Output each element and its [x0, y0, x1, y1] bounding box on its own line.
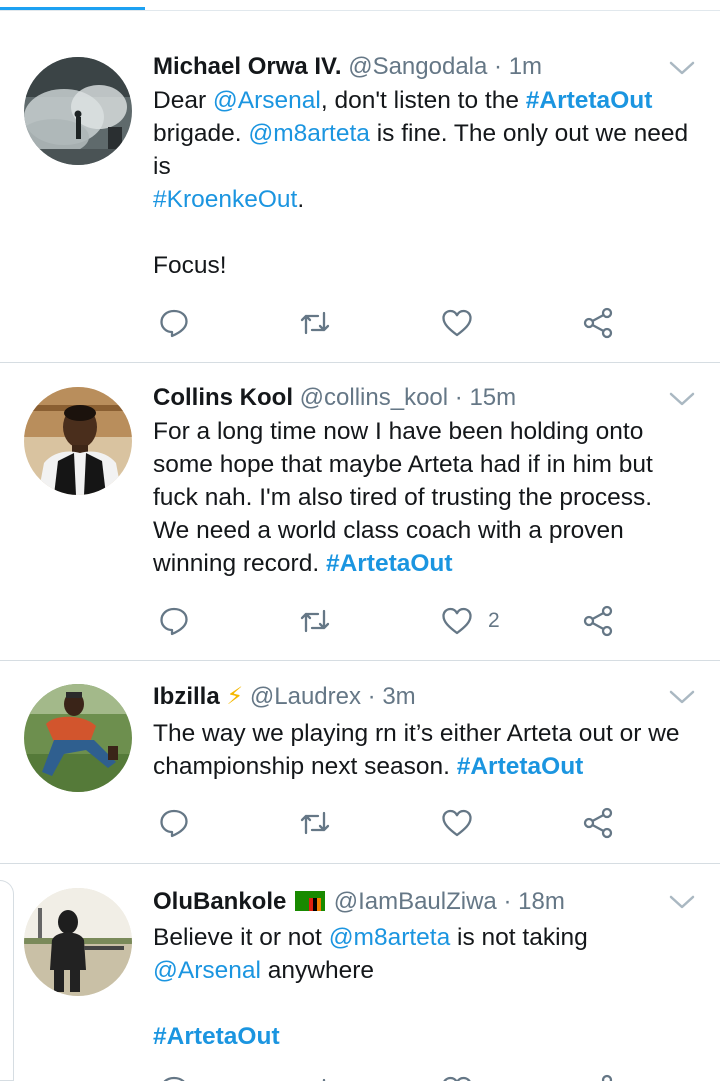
heart-icon [443, 1076, 471, 1081]
author-name[interactable]: Collins Kool [153, 384, 293, 411]
tweet-line: is [153, 153, 171, 180]
heart-icon [442, 607, 472, 635]
overlay-panel-edge [0, 880, 14, 1081]
separator-dot: · [494, 53, 503, 80]
zambia-flag-emoji [295, 891, 326, 911]
timestamp[interactable]: 15m [469, 384, 516, 411]
chevron-down-icon[interactable] [668, 687, 696, 707]
hashtag-link[interactable]: #ArtetaOut [326, 550, 453, 577]
like-count: 2 [488, 609, 500, 632]
avatar[interactable] [24, 387, 132, 495]
share-icon [583, 605, 613, 637]
retweet-button[interactable] [298, 803, 332, 843]
avatar[interactable] [24, 57, 132, 165]
tweet-line: brigade. @m8arteta is fine. The only out… [153, 120, 689, 147]
avatar[interactable] [24, 684, 132, 792]
tweet-line: Focus! [153, 252, 227, 279]
tweet-line: championship next season. #ArtetaOut [153, 753, 584, 780]
chevron-down-icon[interactable] [668, 389, 696, 409]
share-button[interactable] [581, 803, 615, 843]
tweet[interactable]: OluBankole @IamBaulZiwa · 18m Believe it… [0, 864, 720, 1081]
heart-icon [442, 309, 472, 337]
tweet-line: some hope that maybe Arteta had if in hi… [153, 451, 653, 478]
share-icon [583, 307, 613, 339]
tweet-line: Dear @Arsenal, don't listen to the #Arte… [153, 87, 653, 114]
share-icon [601, 1074, 613, 1081]
share-button[interactable] [581, 303, 615, 343]
tweet-actions [0, 803, 720, 843]
author-name[interactable]: OluBankole [153, 888, 286, 915]
tweet-line: Believe it or not @m8arteta is not takin… [153, 924, 588, 951]
tweet-line: #KroenkeOut. [153, 186, 305, 213]
mention-link[interactable]: @Arsenal [153, 957, 261, 984]
author-handle[interactable]: @Laudrex [250, 683, 361, 710]
retweet-button[interactable] [298, 303, 332, 343]
tweet-text: Believe it or not @m8arteta is not takin… [153, 921, 713, 1053]
author-name[interactable]: Ibzilla [153, 683, 220, 710]
hashtag-link[interactable]: #ArtetaOut [153, 1023, 280, 1050]
chevron-down-icon[interactable] [668, 58, 696, 78]
separator-dot: · [503, 888, 512, 915]
avatar[interactable] [24, 888, 132, 996]
hashtag-link[interactable]: #ArtetaOut [526, 87, 653, 114]
tweet[interactable]: Michael Orwa IV. @Sangodala · 1m Dear @A… [0, 32, 720, 363]
reply-icon [160, 607, 188, 636]
reply-button[interactable] [157, 803, 191, 843]
reply-button[interactable] [157, 1070, 191, 1081]
reply-icon [160, 309, 188, 338]
tweet-line: The way we playing rn it’s either Arteta… [153, 720, 680, 747]
tweet[interactable]: Ibzilla ⚡ @Laudrex · 3m The way we playi… [0, 661, 720, 864]
tweet-line: winning record. #ArtetaOut [153, 550, 453, 577]
share-icon [583, 807, 613, 839]
retweet-icon [300, 311, 330, 335]
tweet-line: We need a world class coach with a prove… [153, 517, 624, 544]
like-button[interactable] [440, 1070, 474, 1081]
tweet-text: Dear @Arsenal, don't listen to the #Arte… [153, 84, 713, 282]
timestamp[interactable]: 3m [382, 683, 415, 710]
retweet-icon [300, 811, 330, 835]
share-button[interactable] [581, 1070, 615, 1081]
tweet-line: fuck nah. I'm also tired of trusting the… [153, 484, 652, 511]
tweet-actions [0, 1070, 720, 1081]
like-button[interactable]: 2 [440, 601, 500, 641]
tweet-actions [0, 303, 720, 343]
tweet-line: #ArtetaOut [153, 1020, 713, 1053]
reply-button[interactable] [157, 601, 191, 641]
like-button[interactable] [440, 803, 474, 843]
share-button[interactable] [581, 601, 615, 641]
mention-link[interactable]: @Arsenal [213, 87, 321, 114]
retweet-button[interactable] [298, 601, 332, 641]
author-name[interactable]: Michael Orwa IV. [153, 53, 342, 80]
tweet-line: @Arsenal anywhere [153, 957, 374, 984]
tweet-line: For a long time now I have been holding … [153, 418, 644, 445]
chevron-down-icon[interactable] [668, 892, 696, 912]
tweet-text: For a long time now I have been holding … [153, 415, 713, 580]
tweet[interactable]: Collins Kool @collins_kool · 15m For a l… [0, 363, 720, 661]
author-handle[interactable]: @IamBaulZiwa [334, 888, 497, 915]
tab-bar-divider [0, 10, 720, 11]
tweet-actions: 2 [0, 601, 720, 641]
author-handle[interactable]: @Sangodala [348, 53, 487, 80]
reply-button[interactable] [157, 303, 191, 343]
hashtag-link[interactable]: #ArtetaOut [457, 753, 584, 780]
reply-icon [160, 809, 188, 838]
retweet-icon [300, 609, 330, 633]
hashtag-link[interactable]: #KroenkeOut [153, 186, 297, 213]
author-handle[interactable]: @collins_kool [300, 384, 448, 411]
timestamp[interactable]: 18m [518, 888, 565, 915]
mention-link[interactable]: @m8arteta [329, 924, 451, 951]
retweet-icon [322, 1078, 326, 1081]
like-button[interactable] [440, 303, 474, 343]
heart-icon [442, 809, 472, 837]
reply-icon [163, 1076, 185, 1081]
timestamp[interactable]: 1m [509, 53, 542, 80]
mention-link[interactable]: @m8arteta [248, 120, 370, 147]
separator-dot: · [454, 384, 463, 411]
lightning-emoji: ⚡ [226, 683, 244, 710]
retweet-button[interactable] [298, 1070, 332, 1081]
separator-dot: · [367, 683, 376, 710]
tweet-text: The way we playing rn it’s either Arteta… [153, 717, 713, 783]
